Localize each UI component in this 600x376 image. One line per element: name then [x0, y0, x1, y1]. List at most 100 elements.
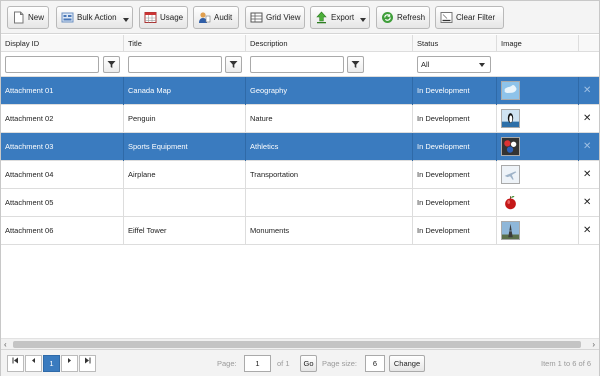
- table-row[interactable]: Attachment 04 Airplane Transportation In…: [1, 161, 599, 189]
- first-page-icon: [12, 357, 18, 364]
- previous-page-button[interactable]: [25, 355, 42, 372]
- title-cell: Sports Equipment: [124, 133, 246, 161]
- description-cell: Nature: [246, 105, 413, 133]
- status-cell: In Development: [413, 189, 497, 217]
- scrollbar-thumb[interactable]: [13, 341, 581, 348]
- eiffel-thumbnail[interactable]: [501, 221, 520, 240]
- title-cell: Penguin: [124, 105, 246, 133]
- usage-button[interactable]: Usage: [139, 6, 188, 29]
- column-header-row: Display ID Title Description Status Imag…: [1, 35, 599, 52]
- new-button[interactable]: New: [7, 6, 49, 29]
- description-filter-input[interactable]: [250, 56, 344, 73]
- export-arrow-icon: [316, 11, 327, 24]
- title-cell: [124, 189, 246, 217]
- title-filter-input[interactable]: [128, 56, 222, 73]
- table-row[interactable]: Attachment 05 In Development ✕: [1, 189, 599, 217]
- clear-filter-button[interactable]: Clear Filter: [435, 6, 504, 29]
- grid-view-button[interactable]: Grid View: [245, 6, 305, 29]
- description-cell: Athletics: [246, 133, 413, 161]
- display-id-cell: Attachment 04: [1, 161, 124, 189]
- page-count-label: of 1: [277, 359, 290, 368]
- filter-funnel-icon: [107, 61, 116, 68]
- export-button[interactable]: Export: [310, 6, 370, 29]
- grid-view-icon: [250, 12, 263, 23]
- filter-funnel-icon: [351, 61, 360, 68]
- chevron-down-icon: [360, 18, 366, 22]
- filter-row: All: [1, 52, 599, 77]
- usage-button-label: Usage: [160, 13, 184, 22]
- toolbar: New Bulk Action Usage Audit Grid View Ex…: [1, 1, 599, 34]
- description-cell: Transportation: [246, 161, 413, 189]
- title-cell: Eiffel Tower: [124, 217, 246, 245]
- bulk-action-button[interactable]: Bulk Action: [56, 6, 133, 29]
- page-1-button[interactable]: 1: [43, 355, 60, 372]
- last-page-button[interactable]: [79, 355, 96, 372]
- chevron-down-icon: [123, 18, 129, 22]
- refresh-button-label: Refresh: [397, 13, 426, 22]
- description-cell: Geography: [246, 77, 413, 105]
- sports-thumbnail[interactable]: [501, 137, 520, 156]
- column-header-image[interactable]: Image: [497, 35, 579, 52]
- next-page-button[interactable]: [61, 355, 78, 372]
- column-header-display-id[interactable]: Display ID: [1, 35, 124, 52]
- last-page-icon: [85, 357, 91, 364]
- change-button[interactable]: Change: [389, 355, 425, 372]
- description-filter-button[interactable]: [347, 56, 364, 73]
- status-cell: In Development: [413, 77, 497, 105]
- status-filter-select[interactable]: All: [417, 56, 491, 73]
- delete-row-button[interactable]: ✕: [583, 133, 591, 161]
- status-cell: In Development: [413, 105, 497, 133]
- display-id-filter-button[interactable]: [103, 56, 120, 73]
- column-header-title[interactable]: Title: [124, 35, 246, 52]
- title-filter-button[interactable]: [225, 56, 242, 73]
- table-row[interactable]: Attachment 01 Canada Map Geography In De…: [1, 77, 599, 105]
- filter-funnel-icon: [229, 61, 238, 68]
- chevron-down-icon: [479, 63, 485, 67]
- display-id-filter-input[interactable]: [5, 56, 99, 73]
- delete-row-button[interactable]: ✕: [583, 189, 591, 217]
- page-size-input[interactable]: 6: [365, 355, 385, 372]
- description-cell: Monuments: [246, 217, 413, 245]
- grid-frame: New Bulk Action Usage Audit Grid View Ex…: [0, 0, 600, 376]
- delete-row-button[interactable]: ✕: [583, 217, 591, 245]
- column-header-status[interactable]: Status: [413, 35, 497, 52]
- column-header-description[interactable]: Description: [246, 35, 413, 52]
- audit-button[interactable]: Audit: [193, 6, 239, 29]
- refresh-icon: [382, 12, 393, 23]
- table-row[interactable]: Attachment 03 Sports Equipment Athletics…: [1, 133, 599, 161]
- new-button-label: New: [28, 13, 45, 22]
- display-id-cell: Attachment 03: [1, 133, 124, 161]
- apple-thumbnail[interactable]: [501, 193, 520, 212]
- export-button-label: Export: [331, 13, 355, 22]
- display-id-cell: Attachment 02: [1, 105, 124, 133]
- page-number-input[interactable]: 1: [244, 355, 271, 372]
- clear-filter-label: Clear Filter: [456, 13, 496, 22]
- bulk-action-icon: [61, 12, 74, 23]
- clear-filter-icon: [440, 12, 453, 23]
- title-cell: Airplane: [124, 161, 246, 189]
- go-button[interactable]: Go: [300, 355, 317, 372]
- penguin-thumbnail[interactable]: [501, 109, 520, 128]
- refresh-button[interactable]: Refresh: [376, 6, 430, 29]
- previous-page-icon: [32, 358, 35, 363]
- description-cell: [246, 189, 413, 217]
- map-thumbnail[interactable]: [501, 81, 520, 100]
- audit-button-label: Audit: [214, 13, 233, 22]
- bulk-action-label: Bulk Action: [77, 13, 117, 22]
- item-range-summary: Item 1 to 6 of 6: [541, 359, 592, 368]
- page-size-label: Page size:: [322, 359, 358, 368]
- airplane-thumbnail[interactable]: [501, 165, 520, 184]
- horizontal-scrollbar[interactable]: ‹ ›: [1, 338, 599, 349]
- new-document-icon: [14, 11, 24, 24]
- table-row[interactable]: Attachment 02 Penguin Nature In Developm…: [1, 105, 599, 133]
- display-id-cell: Attachment 05: [1, 189, 124, 217]
- status-filter-value: All: [421, 60, 430, 69]
- status-cell: In Development: [413, 161, 497, 189]
- delete-row-button[interactable]: ✕: [583, 105, 591, 133]
- title-cell: Canada Map: [124, 77, 246, 105]
- first-page-button[interactable]: [7, 355, 24, 372]
- delete-row-button[interactable]: ✕: [583, 161, 591, 189]
- display-id-cell: Attachment 01: [1, 77, 124, 105]
- table-row[interactable]: Attachment 06 Eiffel Tower Monuments In …: [1, 217, 599, 245]
- delete-row-button[interactable]: ✕: [583, 77, 591, 105]
